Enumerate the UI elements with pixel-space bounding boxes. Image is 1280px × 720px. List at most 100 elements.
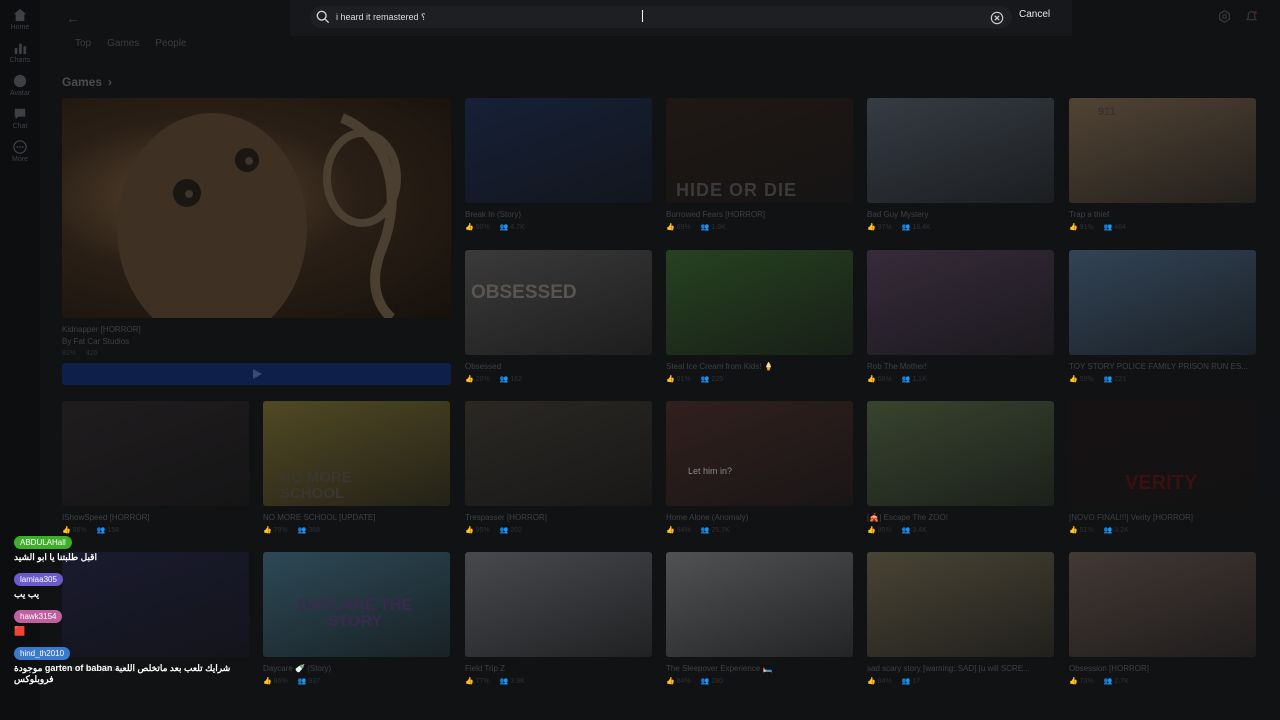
- game-name: Obsession [HORROR]: [1069, 664, 1150, 673]
- player-count: 👥 937: [297, 678, 321, 685]
- game-name: TOY STORY POLICE FAMILY PRISON RUN ES...: [1069, 362, 1249, 371]
- player-count: 👥 280: [700, 678, 724, 685]
- game-stats: 👍 97% 👥 18.4K: [867, 223, 1054, 231]
- game-card[interactable]: Rob The Mother! 👍 66% 👥 1.1K: [867, 250, 1054, 383]
- search-input[interactable]: [336, 12, 976, 22]
- clear-search-icon[interactable]: [990, 11, 1004, 25]
- featured-game-card[interactable]: Kidnapper [HORROR] By Fat Car Studios 81…: [62, 98, 451, 385]
- chat-message: شرايك تلعب بعد ماتخلص اللعبة garten of b…: [14, 663, 231, 684]
- game-card[interactable]: Steal Ice Cream from Kids! 🍦 👍 91% 👥 225: [666, 250, 853, 383]
- thumbs-up-rating: 👍 73%: [1069, 678, 1094, 685]
- chat-message: 🟥: [14, 626, 26, 636]
- game-card[interactable]: NO MORE SCHOOL [UPDATE] 👍 79% 👥 368: [263, 401, 450, 534]
- rail-avatar[interactable]: Avatar: [0, 74, 40, 97]
- game-name: Trap a thief: [1069, 210, 1110, 219]
- player-count: 👥 368: [297, 527, 321, 534]
- game-thumbnail: [867, 552, 1054, 657]
- game-name: [🎪] Escape The ZOO!: [867, 513, 948, 522]
- games-section-header[interactable]: Games ›: [62, 75, 112, 89]
- game-thumbnail: [465, 401, 652, 506]
- stream-chat-overlay: ABDULAHall اقبل طلبتنا يا ابو الشيد lamiaa…: [14, 532, 254, 691]
- text-cursor: [642, 10, 643, 22]
- thumbs-up-rating: 👍 69%: [666, 224, 691, 231]
- player-count: 👥 221: [1103, 376, 1127, 383]
- game-card[interactable]: [🎪] Escape The ZOO! 👍 95% 👥 3.4K: [867, 401, 1054, 534]
- thumbs-up-rating: 81%: [62, 350, 77, 357]
- game-card[interactable]: sad scary story [warning: SAD] [u will S…: [867, 552, 1054, 685]
- top-right-icons: [1218, 10, 1258, 23]
- game-card[interactable]: Obsession [HORROR] 👍 73% 👥 2.7K: [1069, 552, 1256, 685]
- thumbs-up-rating: 👍 77%: [465, 678, 490, 685]
- game-name: Trespasser [HORROR]: [465, 513, 547, 522]
- game-card[interactable]: TOY STORY POLICE FAMILY PRISON RUN ES...…: [1069, 250, 1256, 383]
- player-count: 👥 3.9K: [499, 678, 525, 685]
- rail-more[interactable]: More: [0, 140, 40, 163]
- game-thumbnail: [666, 250, 853, 355]
- game-card[interactable]: Trespasser [HORROR] 👍 95% 👥 202: [465, 401, 652, 534]
- chat-username: lamiaa305: [14, 573, 63, 586]
- game-card[interactable]: Obsessed 👍 20% 👥 162: [465, 250, 652, 383]
- player-count: 👥 225: [700, 376, 724, 383]
- tab-games[interactable]: Games: [107, 38, 139, 49]
- player-count: 👥 202: [499, 527, 523, 534]
- thumb-text-911: 911: [1098, 106, 1116, 118]
- thumbs-up-rating: 👍 66%: [867, 376, 892, 383]
- game-card[interactable]: Bad Guy Mystery 👍 97% 👥 18.4K: [867, 98, 1054, 231]
- thumb-text-verity: VERITY: [1125, 472, 1198, 494]
- charts-icon: [13, 41, 27, 55]
- game-stats: 👍 77% 👥 3.9K: [465, 677, 652, 685]
- game-thumbnail: [1069, 250, 1256, 355]
- rail-label: More: [12, 156, 28, 163]
- chat-username: ABDULAHall: [14, 536, 72, 549]
- rail-chat[interactable]: Chat: [0, 107, 40, 130]
- game-card[interactable]: Burrowed Fears [HORROR] 👍 69% 👥 1.9K: [666, 98, 853, 231]
- play-button[interactable]: [62, 363, 451, 385]
- game-thumbnail: [465, 98, 652, 203]
- player-count: 👥 162: [499, 376, 523, 383]
- thumbs-up-rating: 👍 86%: [263, 678, 288, 685]
- thumb-text-let-him-in: Let him in?: [688, 466, 733, 476]
- cancel-button[interactable]: Cancel: [1019, 9, 1050, 20]
- thumb-text-obsessed: OBSESSED: [471, 282, 577, 303]
- game-name: Kidnapper [HORROR]: [62, 325, 141, 334]
- game-name: Burrowed Fears [HORROR]: [666, 210, 766, 219]
- game-card[interactable]: IShowSpeed [HORROR] 👍 86% 👥 158: [62, 401, 249, 534]
- back-arrow-icon[interactable]: ←: [66, 10, 80, 26]
- search-panel: Cancel: [290, 0, 1072, 36]
- chat-icon: [13, 107, 27, 121]
- tab-top[interactable]: Top: [75, 38, 91, 49]
- game-thumbnail: [867, 401, 1054, 506]
- thumb-text-daycare: DAYCARE THE STORY: [297, 597, 413, 630]
- player-count: 👥 1.1K: [901, 376, 927, 383]
- game-stats: 81% 426: [62, 350, 451, 357]
- game-stats: 👍 91% 👥 225: [666, 375, 853, 383]
- game-stats: 👍 59% 👥 221: [1069, 375, 1256, 383]
- game-thumbnail: [62, 401, 249, 506]
- search-icon: [316, 10, 330, 24]
- player-count: 👥 2.7K: [1103, 678, 1129, 685]
- player-count: 👥 25.7K: [700, 527, 730, 534]
- rail-home[interactable]: Home: [0, 8, 40, 31]
- search-box[interactable]: [310, 6, 1012, 28]
- rail-charts[interactable]: Charts: [0, 41, 40, 64]
- chevron-right-icon: ›: [108, 75, 113, 89]
- notification-bell-icon[interactable]: [1245, 10, 1258, 23]
- game-card[interactable]: Field Trip Z 👍 77% 👥 3.9K: [465, 552, 652, 685]
- game-name: Break In (Story): [465, 210, 522, 219]
- rail-label: Avatar: [9, 90, 31, 97]
- game-stats: 👍 20% 👥 162: [465, 375, 652, 383]
- robux-icon[interactable]: [1218, 10, 1231, 23]
- thumbs-up-rating: 👍 79%: [263, 527, 288, 534]
- featured-art: [117, 113, 401, 318]
- game-card[interactable]: The Sleepover Experience 🛏️ 👍 84% 👥 280: [666, 552, 853, 685]
- section-title: Games: [62, 75, 103, 89]
- tab-people[interactable]: People: [155, 38, 186, 49]
- game-thumbnail: [867, 250, 1054, 355]
- thumbs-up-rating: 👍 95%: [867, 527, 892, 534]
- thumbs-up-rating: 👍 97%: [867, 224, 892, 231]
- player-count: 👥 3.4K: [901, 527, 927, 534]
- game-card[interactable]: [NOVO FINAL!!!] Verity [HORROR] 👍 51% 👥 3.…: [1069, 401, 1256, 534]
- game-stats: 👍 84% 👥 280: [666, 677, 853, 685]
- avatar-icon: [13, 74, 27, 88]
- game-card[interactable]: Break In (Story) 👍 90% 👥 4.7K: [465, 98, 652, 231]
